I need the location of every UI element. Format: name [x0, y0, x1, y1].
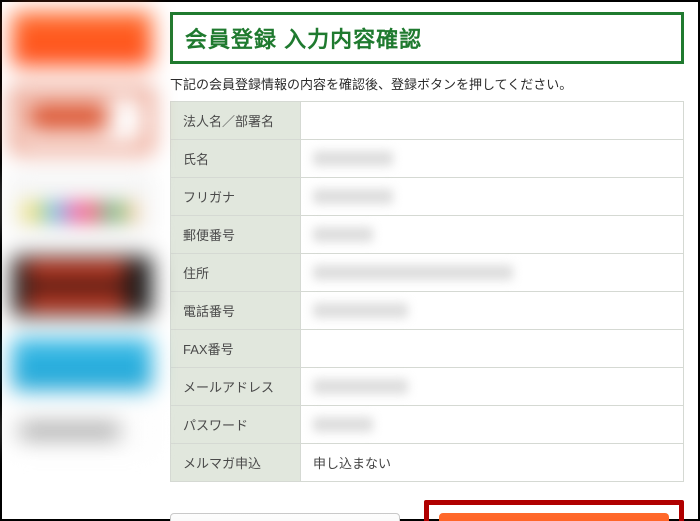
value-fax	[301, 330, 684, 368]
table-row: 郵便番号 xxx	[171, 216, 684, 254]
table-row: 氏名 xxxxxx	[171, 140, 684, 178]
label-name: 氏名	[171, 140, 301, 178]
label-address: 住所	[171, 254, 301, 292]
sidebar-banner	[12, 412, 152, 448]
table-row: 住所 xxxxxxxxxxxxxxxx	[171, 254, 684, 292]
table-row: メールアドレス xxxxxxx	[171, 368, 684, 406]
label-corp: 法人名／部署名	[171, 102, 301, 140]
register-button[interactable]: ❯ 登録する	[439, 513, 669, 521]
sidebar-banner	[12, 338, 152, 390]
instruction-text: 下記の会員登録情報の内容を確認後、登録ボタンを押してください。	[170, 74, 684, 93]
value-password: xxxx	[301, 406, 684, 444]
table-row: パスワード xxxx	[171, 406, 684, 444]
confirmation-table: 法人名／部署名 氏名 xxxxxx フリガナ xxxxxx 郵便番号 xxx 住…	[170, 101, 684, 482]
label-mailmag: メルマガ申込	[171, 444, 301, 482]
value-postal: xxx	[301, 216, 684, 254]
table-row: FAX番号	[171, 330, 684, 368]
label-furigana: フリガナ	[171, 178, 301, 216]
label-fax: FAX番号	[171, 330, 301, 368]
value-phone: xxxxxxx	[301, 292, 684, 330]
value-address: xxxxxxxxxxxxxxxx	[301, 254, 684, 292]
label-phone: 電話番号	[171, 292, 301, 330]
value-furigana: xxxxxx	[301, 178, 684, 216]
value-corp	[301, 102, 684, 140]
table-row: 電話番号 xxxxxxx	[171, 292, 684, 330]
sidebar-banner	[12, 174, 152, 234]
register-button-highlight: ❯ 登録する	[424, 500, 684, 521]
value-email: xxxxxxx	[301, 368, 684, 406]
page-title-box: 会員登録 入力内容確認	[170, 12, 684, 64]
table-row: 法人名／部署名	[171, 102, 684, 140]
page-title: 会員登録 入力内容確認	[185, 22, 669, 54]
label-password: パスワード	[171, 406, 301, 444]
value-name: xxxxxx	[301, 140, 684, 178]
sidebar-banner	[12, 256, 152, 316]
button-row: ❯ 修正する ❯ 登録する	[170, 500, 684, 521]
table-row: フリガナ xxxxxx	[171, 178, 684, 216]
sidebar-banner	[12, 12, 152, 66]
value-mailmag: 申し込まない	[301, 444, 684, 482]
left-sidebar	[2, 2, 160, 519]
edit-button[interactable]: ❯ 修正する	[170, 513, 400, 521]
label-email: メールアドレス	[171, 368, 301, 406]
table-row: メルマガ申込 申し込まない	[171, 444, 684, 482]
main-content: 会員登録 入力内容確認 下記の会員登録情報の内容を確認後、登録ボタンを押してくだ…	[160, 2, 698, 519]
sidebar-banner	[12, 88, 152, 152]
label-postal: 郵便番号	[171, 216, 301, 254]
